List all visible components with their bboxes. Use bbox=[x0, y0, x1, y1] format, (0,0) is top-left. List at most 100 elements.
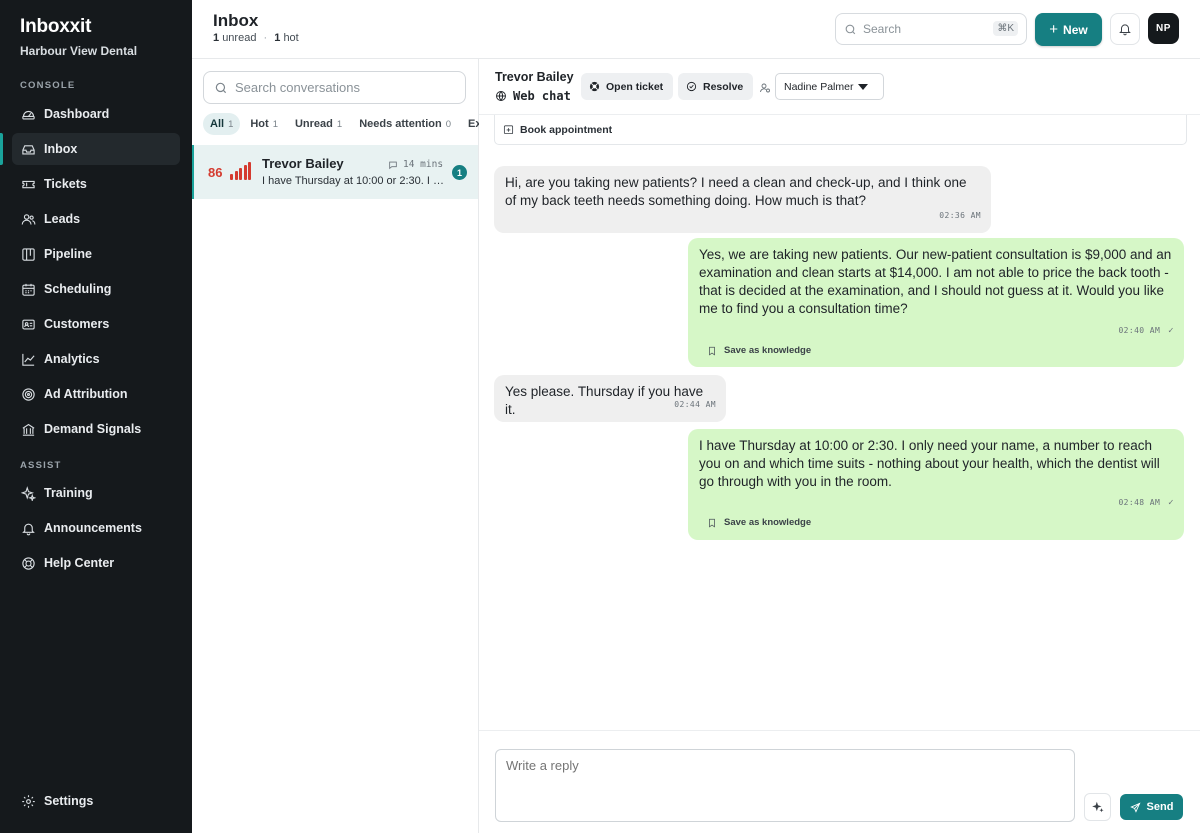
brand: Inboxxit Harbour View Dental bbox=[20, 16, 137, 58]
conversation-time-label: 14 mins bbox=[403, 159, 444, 170]
section-label-console: CONSOLE bbox=[20, 80, 76, 91]
sidebar-item-customers[interactable]: Customers bbox=[12, 308, 180, 340]
sidebar-item-analytics[interactable]: Analytics bbox=[12, 343, 180, 375]
filter-hot[interactable]: Hot 1 bbox=[243, 113, 285, 135]
sidebar-item-label: Settings bbox=[44, 794, 94, 808]
sidebar-item-help-center[interactable]: Help Center bbox=[12, 547, 180, 579]
filter-label: Ex bbox=[468, 118, 479, 130]
ai-assist-button[interactable] bbox=[1084, 793, 1111, 821]
new-button-label: New bbox=[1063, 22, 1088, 37]
filter-unread[interactable]: Unread 1 bbox=[288, 113, 349, 135]
chat-header: Trevor Bailey Web chat Open ticket Resol… bbox=[479, 59, 1200, 115]
search-icon bbox=[215, 82, 227, 93]
resolve-button[interactable]: Resolve bbox=[678, 73, 754, 100]
check-circle-icon bbox=[686, 81, 697, 92]
notifications-button[interactable] bbox=[1110, 13, 1140, 45]
conversation-item[interactable]: 86 Trevor Bailey 14 mins I have Thursday… bbox=[192, 145, 478, 199]
inbox-icon bbox=[20, 141, 36, 157]
message-time-label: 02:48 AM bbox=[1118, 498, 1161, 507]
sidebar-item-training[interactable]: Training bbox=[12, 477, 180, 509]
sidebar-item-pipeline[interactable]: Pipeline bbox=[12, 238, 180, 270]
sidebar-item-settings[interactable]: Settings bbox=[12, 785, 180, 817]
send-button[interactable]: Send bbox=[1120, 794, 1183, 820]
sidebar-item-demand-signals[interactable]: Demand Signals bbox=[12, 413, 180, 445]
chat-bubble-icon bbox=[389, 161, 397, 169]
conversation-list: All 1 Hot 1 Unread 1 Needs attention 0 E… bbox=[192, 59, 479, 833]
target-icon bbox=[20, 386, 36, 402]
filter-all[interactable]: All 1 bbox=[203, 113, 241, 135]
lead-score: 86 bbox=[208, 165, 223, 180]
bookmark-icon bbox=[709, 346, 715, 356]
global-search-input[interactable]: Search ⌘K bbox=[835, 13, 1027, 45]
ticket-icon bbox=[20, 176, 36, 192]
open-ticket-button[interactable]: Open ticket bbox=[581, 73, 674, 100]
sidebar-item-dashboard[interactable]: Dashboard bbox=[12, 98, 180, 130]
conversation-filters: All 1 Hot 1 Unread 1 Needs attention 0 E… bbox=[203, 113, 479, 135]
globe-icon bbox=[496, 91, 506, 101]
filter-label: All bbox=[210, 118, 225, 130]
page-subtitle: 1 unread · 1 hot bbox=[213, 32, 299, 44]
sidebar-item-announcements[interactable]: Announcements bbox=[12, 512, 180, 544]
sidebar-item-label: Customers bbox=[44, 317, 110, 331]
sidebar-item-label: Ad Attribution bbox=[44, 387, 128, 401]
book-appointment-button[interactable]: Book appointment bbox=[494, 115, 1187, 145]
sidebar-item-label: Announcements bbox=[44, 521, 142, 535]
sidebar-item-label: Tickets bbox=[44, 177, 87, 191]
reply-input[interactable] bbox=[495, 749, 1075, 822]
conversation-search-input[interactable] bbox=[235, 80, 445, 95]
sidebar-item-label: Demand Signals bbox=[44, 422, 142, 436]
bookmark-icon bbox=[709, 518, 715, 528]
filter-needs-attention[interactable]: Needs attention 0 bbox=[352, 113, 458, 135]
sparkle-icon bbox=[1091, 801, 1104, 813]
sidebar-item-tickets[interactable]: Tickets bbox=[12, 168, 180, 200]
message-outgoing: I have Thursday at 10:00 or 2:30. I only… bbox=[688, 429, 1184, 540]
conversation-preview: I have Thursday at 10:00 or 2:30. I only… bbox=[262, 175, 446, 187]
send-icon bbox=[1129, 801, 1141, 813]
sidebar-item-label: Analytics bbox=[44, 352, 100, 366]
message-text: Yes, we are taking new patients. Our new… bbox=[699, 247, 1172, 316]
hot-label: hot bbox=[283, 32, 299, 44]
open-ticket-label: Open ticket bbox=[606, 80, 664, 93]
conversation-name: Trevor Bailey bbox=[262, 156, 344, 171]
pipeline-icon bbox=[20, 246, 36, 262]
app-name: Inboxxit bbox=[20, 16, 92, 37]
conversation-search[interactable] bbox=[203, 71, 466, 104]
check-icon: ✓ bbox=[1168, 326, 1174, 336]
message-time: 02:40 AM ✓ bbox=[1118, 322, 1174, 340]
sidebar-item-label: Pipeline bbox=[44, 247, 92, 261]
sidebar-item-label: Inbox bbox=[44, 142, 78, 156]
assignee-name: Nadine Palmer bbox=[784, 80, 854, 93]
message-time: 02:44 AM bbox=[674, 396, 716, 414]
search-shortcut: ⌘K bbox=[993, 21, 1018, 36]
conversation-time: 14 mins bbox=[388, 159, 443, 170]
sidebar-item-label: Training bbox=[44, 486, 93, 500]
sidebar-item-label: Dashboard bbox=[44, 107, 110, 121]
message-time-label: 02:40 AM bbox=[1118, 326, 1161, 335]
composer: Send bbox=[479, 730, 1200, 833]
sidebar-item-label: Scheduling bbox=[44, 282, 112, 296]
resolve-label: Resolve bbox=[703, 80, 744, 93]
filter-more[interactable]: Ex bbox=[461, 113, 479, 135]
message-text: I have Thursday at 10:00 or 2:30. I only… bbox=[699, 438, 1160, 489]
message-incoming: Hi, are you taking new patients? I need … bbox=[494, 166, 991, 233]
assignee-select[interactable]: Nadine Palmer bbox=[775, 73, 884, 100]
user-avatar[interactable]: NP bbox=[1148, 13, 1179, 44]
unread-label: unread bbox=[222, 32, 257, 44]
filter-count: 1 bbox=[336, 118, 343, 130]
filter-count: 1 bbox=[272, 118, 278, 130]
gear-icon bbox=[20, 793, 36, 809]
sidebar-item-leads[interactable]: Leads bbox=[12, 203, 180, 235]
save-as-knowledge-button[interactable]: Save as knowledge bbox=[707, 514, 811, 532]
bell-icon bbox=[1119, 24, 1131, 36]
chevron-down-icon bbox=[858, 84, 868, 90]
sidebar: Inboxxit Harbour View Dental CONSOLE Das… bbox=[0, 0, 192, 833]
hot-count: 1 bbox=[274, 32, 281, 44]
new-button[interactable]: + New bbox=[1035, 13, 1102, 46]
message-time: 02:36 AM bbox=[939, 207, 981, 225]
lifebuoy-icon bbox=[20, 555, 36, 571]
save-as-knowledge-button[interactable]: Save as knowledge bbox=[707, 342, 811, 360]
sidebar-item-inbox[interactable]: Inbox bbox=[12, 133, 180, 165]
sidebar-item-ad-attribution[interactable]: Ad Attribution bbox=[12, 378, 180, 410]
sidebar-item-scheduling[interactable]: Scheduling bbox=[12, 273, 180, 305]
section-label-assist: ASSIST bbox=[20, 460, 62, 471]
